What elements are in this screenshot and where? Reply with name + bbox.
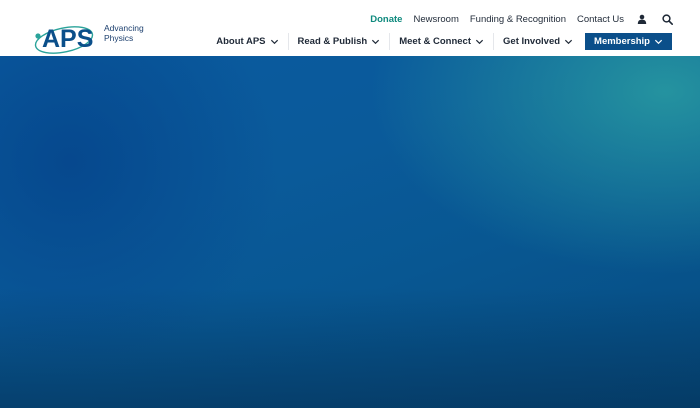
- logo-text: APS: [42, 25, 93, 53]
- nav-read-publish-label: Read & Publish: [297, 36, 368, 47]
- chevron-down-icon: [475, 39, 484, 45]
- funding-recognition-link[interactable]: Funding & Recognition: [470, 14, 566, 25]
- logo-tagline: Advancing Physics: [104, 23, 164, 43]
- chevron-down-icon: [564, 39, 573, 45]
- nav-meet-connect[interactable]: Meet & Connect: [389, 33, 493, 50]
- nav-about-aps[interactable]: About APS: [207, 33, 287, 50]
- site-header: APS Advancing Physics Donate Newsroom Fu…: [0, 0, 700, 56]
- chevron-down-icon: [270, 39, 278, 45]
- main-nav: About APS Read & Publish Meet & Connect …: [207, 33, 672, 50]
- search-icon[interactable]: [660, 12, 674, 26]
- nav-about-aps-label: About APS: [216, 36, 266, 47]
- utility-nav: Donate Newsroom Funding & Recognition Co…: [370, 11, 674, 27]
- person-icon[interactable]: [635, 12, 649, 26]
- chevron-down-icon: [654, 39, 663, 45]
- aps-logo[interactable]: APS Advancing Physics: [34, 21, 146, 57]
- tagline-line-2: Physics: [104, 32, 134, 43]
- nav-meet-connect-label: Meet & Connect: [399, 36, 472, 47]
- chevron-down-icon: [372, 39, 380, 45]
- nav-read-publish[interactable]: Read & Publish: [287, 33, 390, 50]
- nav-get-involved[interactable]: Get Involved: [493, 33, 582, 50]
- contact-us-link[interactable]: Contact Us: [577, 14, 624, 25]
- newsroom-link[interactable]: Newsroom: [413, 14, 458, 25]
- donate-link[interactable]: Donate: [370, 14, 402, 25]
- membership-label: Membership: [594, 36, 650, 47]
- hero-banner: [0, 56, 700, 408]
- nav-get-involved-label: Get Involved: [503, 36, 561, 47]
- aps-logo-mark: APS: [34, 25, 93, 54]
- membership-button[interactable]: Membership: [585, 33, 672, 50]
